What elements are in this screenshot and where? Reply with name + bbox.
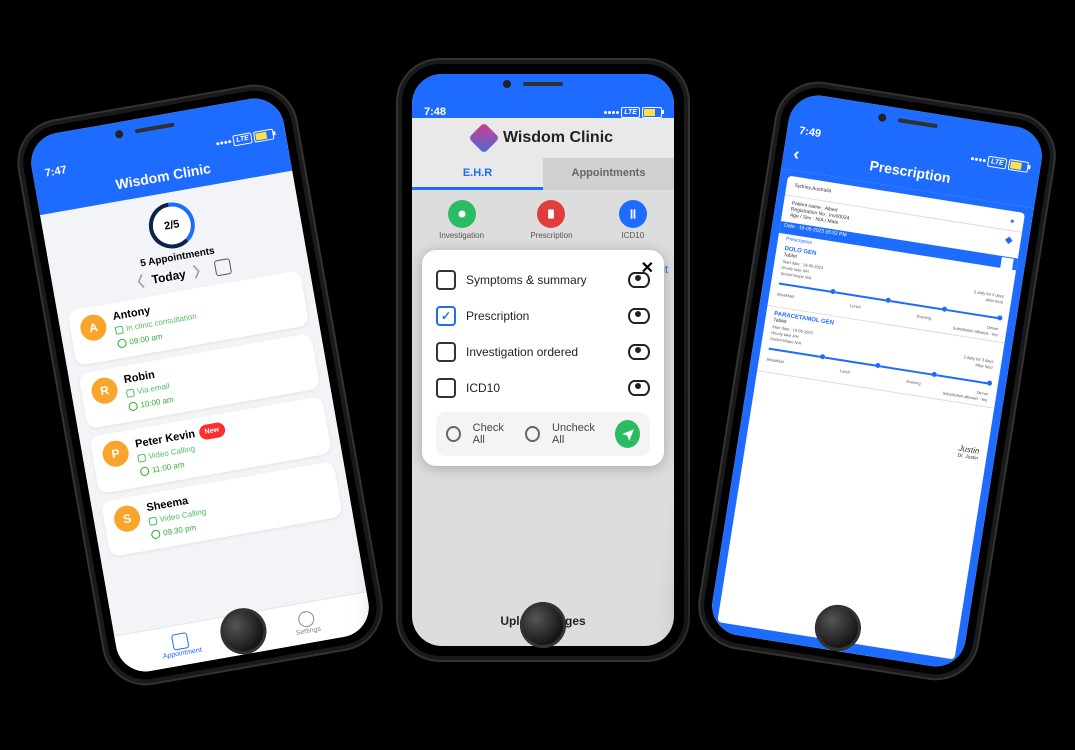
eye-icon[interactable] bbox=[628, 380, 650, 396]
clock-icon bbox=[117, 338, 127, 348]
checkbox[interactable] bbox=[436, 342, 456, 362]
eye-icon[interactable] bbox=[628, 344, 650, 360]
send-button[interactable] bbox=[615, 420, 640, 448]
chip-investigation[interactable]: Investigation bbox=[439, 200, 484, 240]
share-option[interactable]: Prescription bbox=[436, 298, 650, 334]
clinic-logo-icon bbox=[468, 122, 499, 153]
phone-appointments: 7:47 LTE Wisdom Clinic 2/5 5 Appointment… bbox=[13, 80, 388, 690]
tab-label: E.H.R bbox=[463, 167, 492, 179]
day-label: Today bbox=[151, 267, 187, 287]
option-label: Symptoms & summary bbox=[466, 273, 587, 287]
option-label: Investigation ordered bbox=[466, 345, 578, 359]
share-option[interactable]: ICD10 bbox=[436, 370, 650, 406]
calendar-icon[interactable] bbox=[214, 258, 233, 277]
tab-ehr[interactable]: E.H.R bbox=[412, 158, 543, 190]
doctor-signature: Justin bbox=[757, 412, 980, 456]
phone-prescription: 7:49 LTE ‹ Prescription Sydney,Australia… bbox=[694, 78, 1060, 685]
clock-icon bbox=[151, 529, 161, 539]
tab-label: Appointments bbox=[572, 167, 646, 179]
progress-value: 2/5 bbox=[150, 203, 194, 247]
share-modal: ✕ Symptoms & summaryPrescriptionInvestig… bbox=[422, 250, 664, 466]
share-option[interactable]: Symptoms & summary bbox=[436, 262, 650, 298]
gear-icon bbox=[297, 610, 316, 629]
prev-day-button[interactable]: 〈 bbox=[128, 271, 145, 293]
prescription-icon bbox=[537, 200, 565, 228]
signal-icon bbox=[971, 157, 986, 162]
clinic-location: Sydney,Australia bbox=[794, 183, 832, 198]
back-icon[interactable]: ‹ bbox=[792, 143, 801, 165]
checkbox[interactable] bbox=[436, 378, 456, 398]
avatar: P bbox=[101, 439, 131, 469]
tab-appointments[interactable]: Appointments bbox=[543, 158, 674, 190]
check-all-radio[interactable] bbox=[446, 426, 461, 442]
chip-label: Investigation bbox=[439, 231, 484, 240]
page-title: Prescription bbox=[869, 157, 952, 186]
doctor-logo-icon: ◆ bbox=[1003, 234, 1013, 253]
clinic-mark-icon: ✦ bbox=[1008, 217, 1016, 227]
chip-icd10[interactable]: ICD10 bbox=[619, 200, 647, 240]
chip-prescription[interactable]: Prescription bbox=[530, 200, 572, 240]
battery-icon bbox=[642, 107, 662, 118]
icd10-icon bbox=[619, 200, 647, 228]
signal-icon bbox=[216, 140, 231, 146]
eye-icon[interactable] bbox=[628, 272, 650, 288]
investigation-icon bbox=[448, 200, 476, 228]
next-day-button[interactable]: 〉 bbox=[192, 260, 209, 282]
clock-icon bbox=[139, 466, 149, 476]
clock-icon bbox=[128, 401, 138, 411]
uncheck-all-radio[interactable] bbox=[525, 426, 540, 442]
signal-icon bbox=[604, 111, 619, 114]
status-time: 7:48 bbox=[424, 106, 446, 118]
prescription-document: Sydney,Australia ✦ Patient name : Albert… bbox=[717, 176, 1025, 660]
uncheck-all-label: Uncheck All bbox=[552, 422, 603, 446]
chip-label: ICD10 bbox=[621, 231, 644, 240]
eye-icon[interactable] bbox=[628, 308, 650, 324]
check-all-label: Check All bbox=[473, 422, 514, 446]
chip-label: Prescription bbox=[530, 231, 572, 240]
option-label: Prescription bbox=[466, 309, 529, 323]
avatar: A bbox=[78, 313, 108, 343]
share-option[interactable]: Investigation ordered bbox=[436, 334, 650, 370]
calendar-icon bbox=[171, 632, 190, 651]
checkbox[interactable] bbox=[436, 270, 456, 290]
app-header: Wisdom Clinic bbox=[412, 118, 674, 158]
option-label: ICD10 bbox=[466, 381, 500, 395]
checkbox[interactable] bbox=[436, 306, 456, 326]
page-title: Wisdom Clinic bbox=[503, 129, 613, 147]
lte-badge: LTE bbox=[621, 107, 640, 118]
tab-label: Settings bbox=[295, 626, 321, 637]
phone-ehr: 7:48 LTE Wisdom Clinic E.H.R Appointment… bbox=[398, 60, 688, 660]
avatar: R bbox=[89, 376, 119, 406]
avatar: S bbox=[112, 504, 142, 534]
progress-ring: 2/5 bbox=[145, 199, 198, 252]
